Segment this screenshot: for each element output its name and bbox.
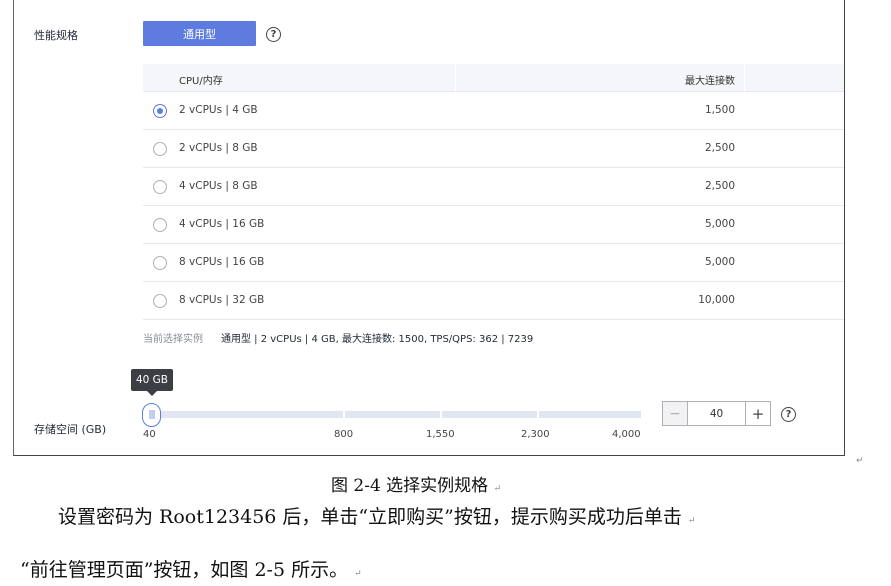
slider-segment-divider: [537, 411, 539, 418]
body-paragraph-line-1: 设置密码为 Root123456 后，单击“立即购买”按钮，提示购买成功后单击 …: [58, 502, 695, 529]
paragraph-mark: ↵: [687, 516, 696, 526]
current-selection-value: 通用型 | 2 vCPUs | 4 GB, 最大连接数: 1500, TPS/Q…: [221, 334, 534, 345]
current-selection-label: 当前选择实例: [143, 334, 203, 345]
table-header: CPU/内存 最大连接数: [143, 64, 844, 92]
radio-button[interactable]: [153, 218, 167, 232]
max-connections-cell: 1,500: [704, 104, 735, 116]
body-text: “前往管理页面”按钮，如图 2-5 所示。: [20, 559, 349, 581]
max-connections-cell: 5,000: [704, 256, 735, 268]
cpu-memory-cell: 2 vCPUs | 4 GB: [179, 104, 258, 116]
radio-button[interactable]: [153, 104, 167, 118]
screenshot-frame: 性能规格 通用型 ? CPU/内存 最大连接数 2 vCPUs | 4 GB 1,…: [13, 0, 845, 456]
current-selection: 当前选择实例 通用型 | 2 vCPUs | 4 GB, 最大连接数: 1500,…: [143, 330, 533, 345]
storage-input[interactable]: 40: [688, 402, 745, 425]
figure-caption: 图 2-4 选择实例规格 ↵: [331, 471, 501, 496]
decrement-button[interactable]: −: [663, 402, 688, 425]
increment-button[interactable]: +: [745, 402, 770, 425]
body-text: 设置密码为 Root123456 后，单击“立即购买”按钮，提示购买成功后单击: [58, 506, 682, 528]
column-header-max-connections: 最大连接数: [685, 76, 735, 87]
radio-button[interactable]: [153, 142, 167, 156]
max-connections-cell: 5,000: [704, 218, 735, 230]
body-paragraph-line-2: “前往管理页面”按钮，如图 2-5 所示。 ↵: [20, 555, 362, 582]
performance-label: 性能规格: [34, 29, 78, 42]
storage-slider-handle[interactable]: |||: [142, 403, 161, 427]
radio-button[interactable]: [153, 180, 167, 194]
table-row[interactable]: 8 vCPUs | 32 GB 10,000: [143, 282, 844, 320]
table-row[interactable]: 2 vCPUs | 4 GB 1,500: [143, 92, 844, 130]
flavor-table: CPU/内存 最大连接数 2 vCPUs | 4 GB 1,500 2 vCPUs …: [143, 64, 844, 320]
storage-slider-track[interactable]: [151, 411, 641, 418]
table-row[interactable]: 2 vCPUs | 8 GB 2,500: [143, 130, 844, 168]
cpu-memory-cell: 8 vCPUs | 32 GB: [179, 294, 265, 306]
figure-caption-text: 图 2-4 选择实例规格: [331, 476, 489, 496]
slider-tick-label: 1,550: [426, 429, 455, 440]
cpu-memory-cell: 2 vCPUs | 8 GB: [179, 142, 258, 154]
help-icon[interactable]: ?: [266, 27, 281, 42]
column-header-cpu-memory: CPU/内存: [179, 76, 223, 87]
max-connections-cell: 10,000: [698, 294, 735, 306]
column-divider: [455, 64, 456, 92]
paragraph-mark: ↵: [493, 484, 502, 494]
column-divider: [744, 64, 745, 92]
max-connections-cell: 2,500: [704, 180, 735, 192]
cpu-memory-cell: 4 vCPUs | 16 GB: [179, 218, 265, 230]
help-icon[interactable]: ?: [781, 407, 796, 422]
flavor-general-button[interactable]: 通用型: [143, 21, 256, 46]
table-body: 2 vCPUs | 4 GB 1,500 2 vCPUs | 8 GB 2,500 4 …: [143, 92, 844, 320]
slider-segment-divider: [440, 411, 442, 418]
slider-tooltip: 40 GB: [131, 369, 173, 396]
max-connections-cell: 2,500: [704, 142, 735, 154]
paragraph-mark: ↵: [354, 569, 362, 579]
slider-tick-label: 40: [143, 429, 156, 440]
slider-segment-divider: [343, 411, 345, 418]
table-row[interactable]: 4 vCPUs | 8 GB 2,500: [143, 168, 844, 206]
radio-button[interactable]: [153, 256, 167, 270]
slider-tick-label: 4,000: [612, 429, 641, 440]
cpu-memory-cell: 4 vCPUs | 8 GB: [179, 180, 258, 192]
slider-tick-label: 2,300: [521, 429, 550, 440]
radio-button[interactable]: [153, 294, 167, 308]
table-row[interactable]: 8 vCPUs | 16 GB 5,000: [143, 244, 844, 282]
slider-tick-label: 800: [334, 429, 354, 440]
storage-stepper: − 40 +: [662, 401, 771, 426]
cpu-memory-cell: 8 vCPUs | 16 GB: [179, 256, 265, 268]
storage-label: 存储空间 (GB): [34, 423, 107, 436]
table-row[interactable]: 4 vCPUs | 16 GB 5,000: [143, 206, 844, 244]
paragraph-mark: ↵: [856, 456, 864, 466]
